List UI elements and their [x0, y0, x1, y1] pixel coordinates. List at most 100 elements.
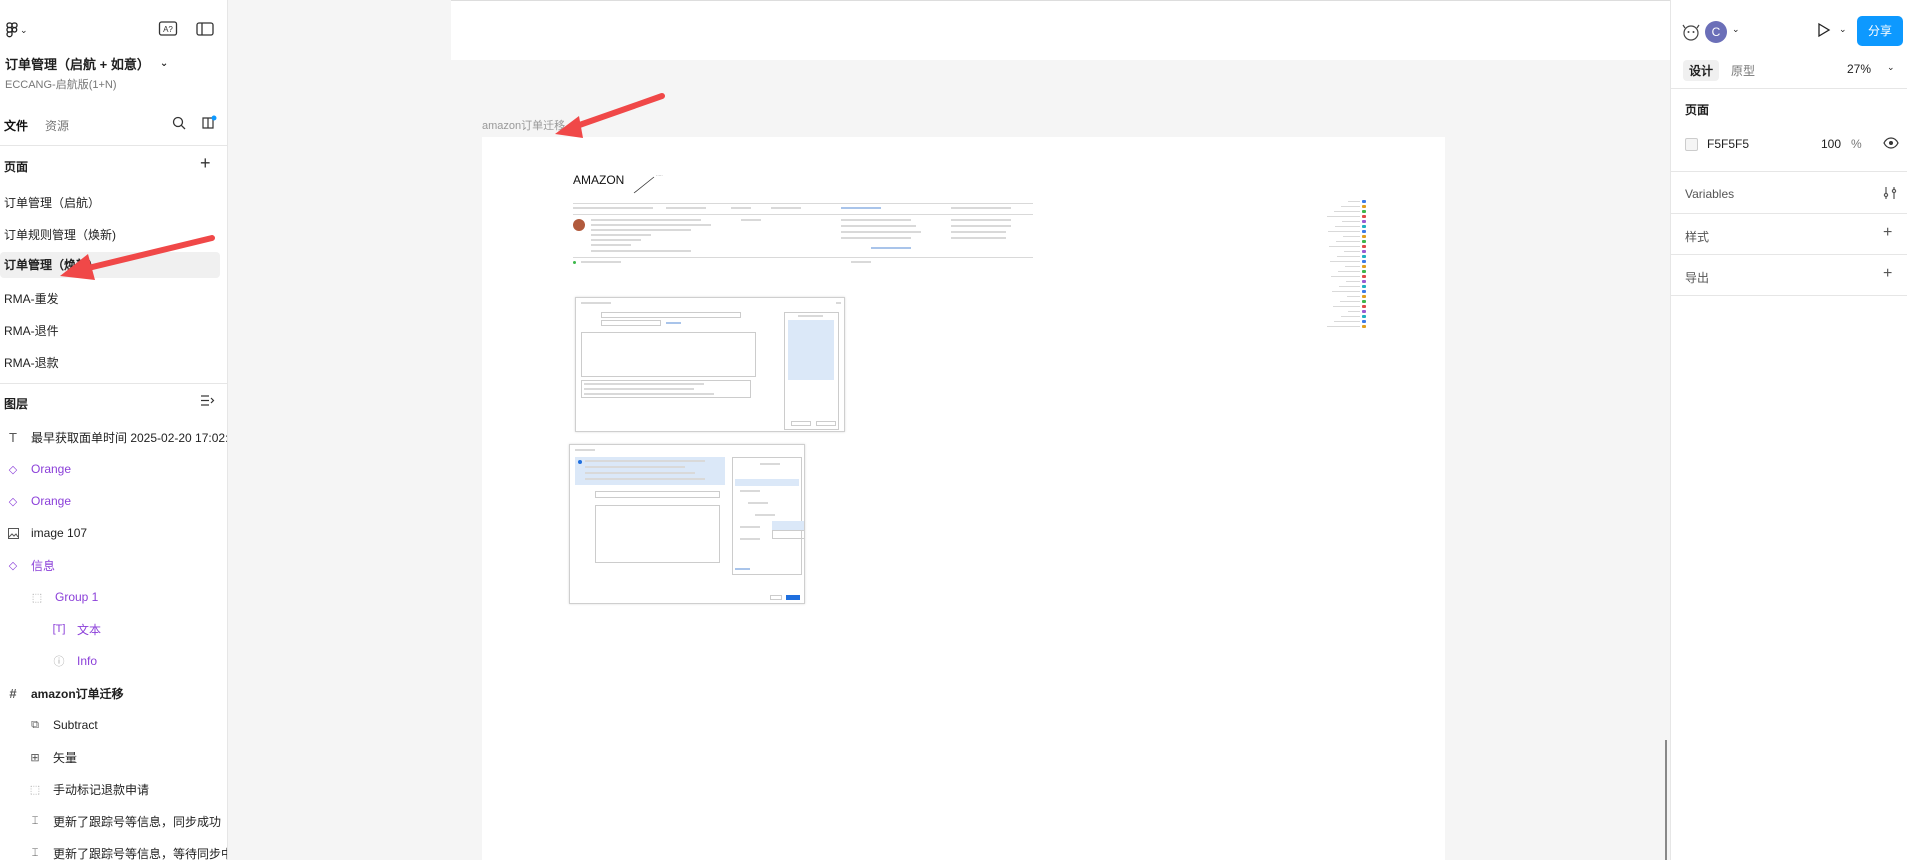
boolean-icon: ⧉ — [31, 718, 39, 731]
red-arrow-icon — [60, 235, 215, 280]
layer-row[interactable]: ⬚ Group 1 — [30, 585, 99, 609]
chevron-down-icon[interactable]: ⌄ — [1887, 62, 1895, 73]
status-label-line — [1332, 291, 1360, 292]
layer-row[interactable]: [T] 文本 — [52, 617, 101, 641]
status-dot — [1362, 230, 1366, 233]
page-section-title: 页面 — [1685, 103, 1710, 117]
layer-row[interactable]: ⬚ 手动标记退款申请 — [28, 777, 149, 801]
status-label-line — [1330, 261, 1360, 262]
group-icon: ⬚ — [31, 591, 43, 604]
tab-design[interactable]: 设计 — [1683, 60, 1720, 81]
status-label-line — [1341, 206, 1360, 207]
page-item[interactable]: RMA-重发 — [4, 290, 59, 307]
user-avatar[interactable]: C — [1705, 21, 1727, 43]
opacity-value[interactable]: 100 — [1821, 137, 1841, 151]
vector-icon: ⊞ — [30, 751, 40, 764]
status-dot — [1362, 305, 1366, 308]
add-page-icon[interactable]: + — [200, 153, 211, 174]
share-button[interactable]: 分享 — [1857, 16, 1903, 46]
order-list-thumbnail[interactable] — [571, 197, 1036, 267]
percent-symbol: % — [1851, 137, 1862, 151]
status-label-line — [1338, 271, 1360, 272]
layer-label: 文本 — [77, 622, 102, 637]
status-dot — [1362, 310, 1366, 313]
styles-section[interactable]: 样式 — [1685, 228, 1709, 245]
add-style-icon[interactable]: + — [1883, 224, 1892, 242]
chevron-down-icon[interactable]: ⌄ — [1839, 24, 1847, 35]
frame-heading: AMAZON — [573, 173, 625, 187]
status-label-line — [1337, 256, 1360, 257]
text-icon: T — [9, 429, 17, 445]
dialog-thumbnail-1[interactable] — [575, 297, 845, 432]
tab-assets[interactable]: 资源 — [45, 117, 69, 134]
layer-row[interactable]: image 107 — [6, 521, 87, 545]
frame-icon: # — [9, 685, 17, 701]
status-dot — [1362, 320, 1366, 323]
variables-settings-icon[interactable] — [1883, 186, 1897, 203]
chevron-down-icon[interactable]: ⌄ — [1732, 24, 1740, 35]
left-tabs: 文件 资源 — [0, 110, 227, 136]
collaborator-avatar-icon[interactable] — [1681, 22, 1701, 45]
present-play-icon[interactable] — [1815, 22, 1831, 41]
tab-prototype[interactable]: 原型 — [1725, 60, 1761, 81]
zoom-level[interactable]: 27% — [1847, 62, 1871, 76]
layer-label: amazon订单迁移 — [31, 686, 124, 701]
toggle-sidebar-icon[interactable] — [195, 20, 215, 38]
layer-row[interactable]: T 最早获取面单时间 2025-02-20 17:02:46 — [6, 425, 228, 449]
layer-label: 矢量 — [53, 750, 78, 765]
page-item[interactable]: RMA-退件 — [4, 322, 59, 339]
status-dot — [1362, 290, 1366, 293]
status-label-line — [1331, 276, 1360, 277]
file-title[interactable]: 订单管理（启航 + 如意） ⌄ — [5, 54, 168, 73]
layer-label: Subtract — [53, 718, 98, 732]
design-canvas[interactable]: amazon订单迁移 AMAZON ····· — [229, 0, 1670, 860]
page-color-field[interactable]: F5F5F5 — [1685, 132, 1825, 156]
layer-row[interactable]: ◇ 信息 — [6, 553, 55, 577]
vertical-scrollbar[interactable] — [1665, 740, 1667, 860]
layer-row[interactable]: ⓘ Info — [52, 649, 98, 673]
layer-row[interactable]: ⌶ 更新了跟踪号等信息，等待同步中 — [28, 841, 227, 860]
layer-row[interactable]: ⊞ 矢量 — [28, 745, 77, 769]
frame-above[interactable] — [451, 0, 1670, 60]
text-frame-icon: [T] — [52, 623, 66, 635]
page-item[interactable]: 订单管理（启航） — [4, 194, 100, 211]
status-dot — [1362, 285, 1366, 288]
layer-row[interactable]: ◇ Orange — [6, 489, 71, 513]
status-dot — [1362, 260, 1366, 263]
page-color-value[interactable]: F5F5F5 — [1707, 137, 1749, 151]
eye-icon[interactable] — [1883, 137, 1899, 152]
tab-files[interactable]: 文件 — [4, 117, 28, 134]
add-export-icon[interactable]: + — [1883, 265, 1892, 283]
status-dot — [1362, 235, 1366, 238]
layer-row[interactable]: ⌶ 更新了跟踪号等信息，同步成功 — [28, 809, 221, 833]
opacity-field[interactable]: 100 % — [1821, 132, 1866, 156]
ai-icon[interactable]: A? — [158, 20, 178, 38]
export-section[interactable]: 导出 — [1685, 269, 1709, 286]
library-icon[interactable] — [201, 115, 217, 134]
main-menu-button[interactable]: ⌄ — [6, 22, 28, 38]
status-dot — [1362, 225, 1366, 228]
dialog-thumbnail-2[interactable] — [569, 444, 805, 604]
status-dot — [1362, 325, 1366, 328]
status-label-line — [1329, 246, 1360, 247]
layer-label: 最早获取面单时间 2025-02-20 17:02:46 — [31, 430, 228, 445]
page-item[interactable]: RMA-退款 — [4, 354, 59, 371]
status-dot — [1362, 265, 1366, 268]
status-label-line — [1340, 301, 1360, 302]
color-swatch[interactable] — [1685, 137, 1698, 151]
layer-row[interactable]: ⧉ Subtract — [28, 713, 98, 737]
status-dot — [1362, 215, 1366, 218]
variables-section[interactable]: Variables — [1685, 187, 1734, 201]
component-instance-icon: ◇ — [8, 495, 18, 508]
collapse-layers-icon[interactable] — [200, 394, 215, 410]
status-label-line — [1327, 216, 1360, 217]
status-dot — [1362, 245, 1366, 248]
layer-label: Orange — [31, 494, 72, 508]
status-dot — [1362, 240, 1366, 243]
layer-row[interactable]: ◇ Orange — [6, 457, 71, 481]
search-icon[interactable] — [172, 116, 186, 133]
frame-amazon-order-migration[interactable]: AMAZON ····· — [482, 137, 1445, 860]
layer-row[interactable]: # amazon订单迁移 — [6, 681, 124, 705]
layer-label: Info — [77, 654, 98, 668]
status-label-line — [1347, 296, 1360, 297]
